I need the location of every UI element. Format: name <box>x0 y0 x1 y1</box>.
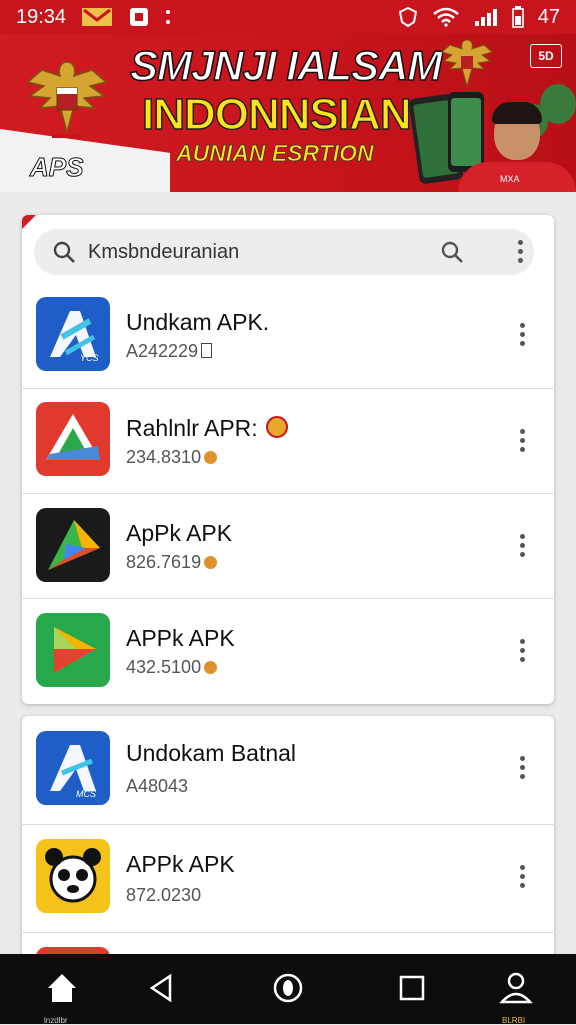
app-version: A48043 <box>126 776 189 796</box>
app-icon-caption: YCS <box>80 353 99 363</box>
banner-badge: 5D <box>530 44 562 68</box>
list-item[interactable]: Rahlnlr APR: 234.8310 <box>22 388 554 493</box>
app-version: A242229 <box>126 341 199 361</box>
signal-icon <box>474 9 497 26</box>
app-title: Rahlnlr APR: <box>126 415 258 441</box>
app-title: Undokam Batnal <box>126 740 297 766</box>
banner-title-line1: SMJNJI IALSAM <box>129 41 443 90</box>
more-vert-icon[interactable] <box>520 865 526 889</box>
badge-icon <box>204 661 218 674</box>
app-version: 826.7619 <box>126 552 202 572</box>
home-circle-icon <box>273 973 303 1003</box>
apps-card: Kmsbndeuranian YCS Undkam APK. A242229 R… <box>22 215 554 704</box>
garuda-emblem-icon <box>26 61 108 138</box>
dark-play-app-icon[interactable] <box>36 508 110 582</box>
shirt-text: MXA <box>500 174 520 184</box>
shield-icon <box>398 6 417 28</box>
more-vert-icon[interactable] <box>518 240 524 264</box>
battery-percent: 47 <box>537 5 560 28</box>
recents-icon <box>399 975 425 1001</box>
red-triangle-app-icon[interactable] <box>36 402 110 476</box>
more-vert-icon[interactable] <box>520 429 526 453</box>
person-hair <box>492 102 542 124</box>
app-version: 432.5100 <box>126 657 202 677</box>
app-title-row: Rahlnlr APR: <box>126 415 288 442</box>
blue-a-app-icon[interactable]: YCS <box>36 297 110 371</box>
nav-profile[interactable]: BLRBI <box>496 968 536 1025</box>
search-icon[interactable] <box>440 240 464 264</box>
profile-icon <box>499 972 533 1004</box>
app-title: APPk APK <box>126 851 235 877</box>
badge-icon <box>204 451 218 464</box>
battery-icon <box>511 6 524 28</box>
green-play-app-icon[interactable] <box>36 613 110 687</box>
list-item-partial[interactable] <box>22 932 554 954</box>
more-vert-icon[interactable] <box>520 756 526 780</box>
document-icon <box>201 343 213 358</box>
more-vert-icon[interactable] <box>520 323 526 347</box>
app-version: 872.0230 <box>126 885 202 905</box>
app-icon-caption: MCS <box>76 789 96 799</box>
nav-recents[interactable] <box>392 968 432 1008</box>
wifi-icon <box>432 7 459 27</box>
back-icon <box>149 973 172 1003</box>
search-input[interactable]: Kmsbndeuranian <box>88 241 239 264</box>
banner-subtitle: AUNIAN ESRTION <box>176 140 374 167</box>
list-item[interactable]: APPk APK 872.0230 <box>22 824 554 929</box>
banner-corner-label: APS <box>29 152 84 183</box>
emoji-badge-icon <box>265 416 288 438</box>
app-version-row: 432.5100 <box>126 657 218 678</box>
badge-icon <box>204 556 218 569</box>
app-version-row: 826.7619 <box>126 552 218 573</box>
system-nav-bar: lnzdlbr BLRBI <box>0 954 576 1025</box>
status-bar: 19:34 47 <box>0 0 576 34</box>
nav-back[interactable] <box>142 968 182 1008</box>
app-title: APPk APK <box>126 625 235 651</box>
banner-title-line2: INDONNSIAN <box>141 89 412 140</box>
promo-banner[interactable]: APS SMJNJI IALSAM INDONNSIAN AUNIAN ESRT… <box>0 34 576 192</box>
home-icon <box>48 974 76 1002</box>
more-notifications-icon <box>166 10 171 24</box>
search-bar[interactable]: Kmsbndeuranian <box>34 229 534 275</box>
garuda-small-icon <box>440 39 494 88</box>
app-version-row: 234.8310 <box>126 447 218 468</box>
list-item[interactable]: MCS Undokam Batnal A48043 <box>22 716 554 821</box>
phone-graphic-2 <box>448 92 484 172</box>
app-version: 234.8310 <box>126 447 202 467</box>
app-title: ApPk APK <box>126 520 233 546</box>
apps-card-2: MCS Undokam Batnal A48043 APPk APK 872.0… <box>22 716 554 954</box>
more-vert-icon[interactable] <box>520 534 526 558</box>
blue-a-app-icon[interactable]: MCS <box>36 731 110 805</box>
list-item[interactable]: YCS Undkam APK. A242229 <box>22 283 554 388</box>
more-vert-icon[interactable] <box>520 639 526 663</box>
search-icon[interactable] <box>52 240 76 264</box>
nav-home[interactable]: lnzdlbr <box>42 968 82 1025</box>
yellow-panda-app-icon[interactable] <box>36 839 110 913</box>
partial-app-icon[interactable] <box>36 947 110 954</box>
app-title: Undkam APK. <box>126 309 270 335</box>
nav-overview[interactable] <box>268 968 308 1008</box>
app-notification-icon <box>130 8 149 26</box>
list-item[interactable]: ApPk APK 826.7619 <box>22 493 554 598</box>
list-item[interactable]: APPk APK 432.5100 <box>22 598 554 703</box>
app-version-row: A242229 <box>126 341 213 362</box>
flag-notification-icon <box>82 8 113 26</box>
status-time: 19:34 <box>16 5 67 28</box>
